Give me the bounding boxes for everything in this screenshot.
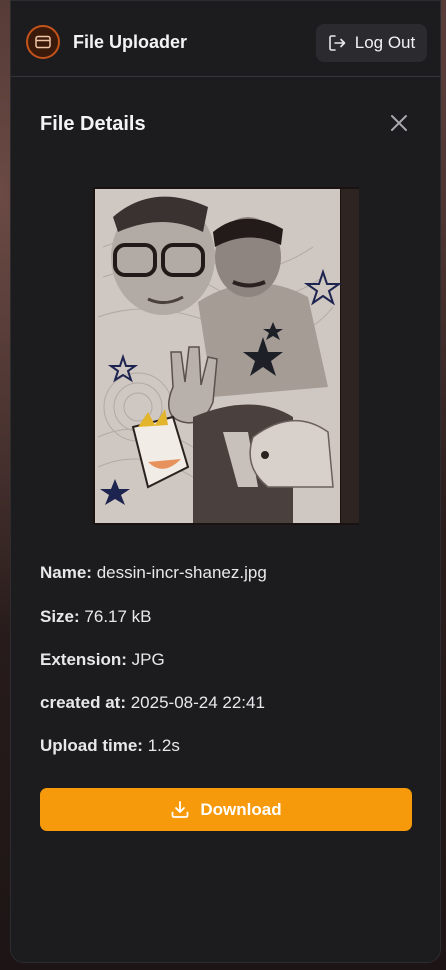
file-extension-label: Extension: xyxy=(40,650,127,669)
file-icon xyxy=(35,35,51,49)
file-extension-row: Extension: JPG xyxy=(40,650,165,670)
file-name-row: Name: dessin-incr-shanez.jpg xyxy=(40,563,267,583)
logout-icon xyxy=(328,35,346,51)
upload-time-label: Upload time: xyxy=(40,736,143,755)
close-button[interactable] xyxy=(389,113,409,133)
file-name-value: dessin-incr-shanez.jpg xyxy=(96,563,267,582)
file-size-value: 76.17 kB xyxy=(84,607,152,626)
close-icon xyxy=(391,115,407,131)
file-created-value: 2025-08-24 22:41 xyxy=(130,693,265,712)
file-created-row: created at: 2025-08-24 22:41 xyxy=(40,693,265,713)
download-icon xyxy=(171,800,189,818)
logout-button[interactable]: Log Out xyxy=(316,24,427,62)
file-name-label: Name: xyxy=(40,563,92,582)
sketch-drawing xyxy=(93,187,359,525)
app-header: File Uploader Log Out xyxy=(11,1,440,77)
upload-time-row: Upload time: 1.2s xyxy=(40,736,180,756)
app-title: File Uploader xyxy=(73,32,188,52)
file-created-label: created at: xyxy=(40,693,126,712)
download-button[interactable]: Download xyxy=(40,788,412,831)
file-extension-value: JPG xyxy=(131,650,165,669)
download-label: Download xyxy=(200,799,282,819)
app-logo xyxy=(26,25,60,59)
file-size-row: Size: 76.17 kB xyxy=(40,607,152,627)
file-size-label: Size: xyxy=(40,607,80,626)
logout-label: Log Out xyxy=(354,33,416,52)
file-preview-image xyxy=(93,187,359,525)
upload-time-value: 1.2s xyxy=(147,736,180,755)
panel-title: File Details xyxy=(40,113,146,135)
app-window: File Uploader Log Out File Details Name:… xyxy=(10,0,441,963)
